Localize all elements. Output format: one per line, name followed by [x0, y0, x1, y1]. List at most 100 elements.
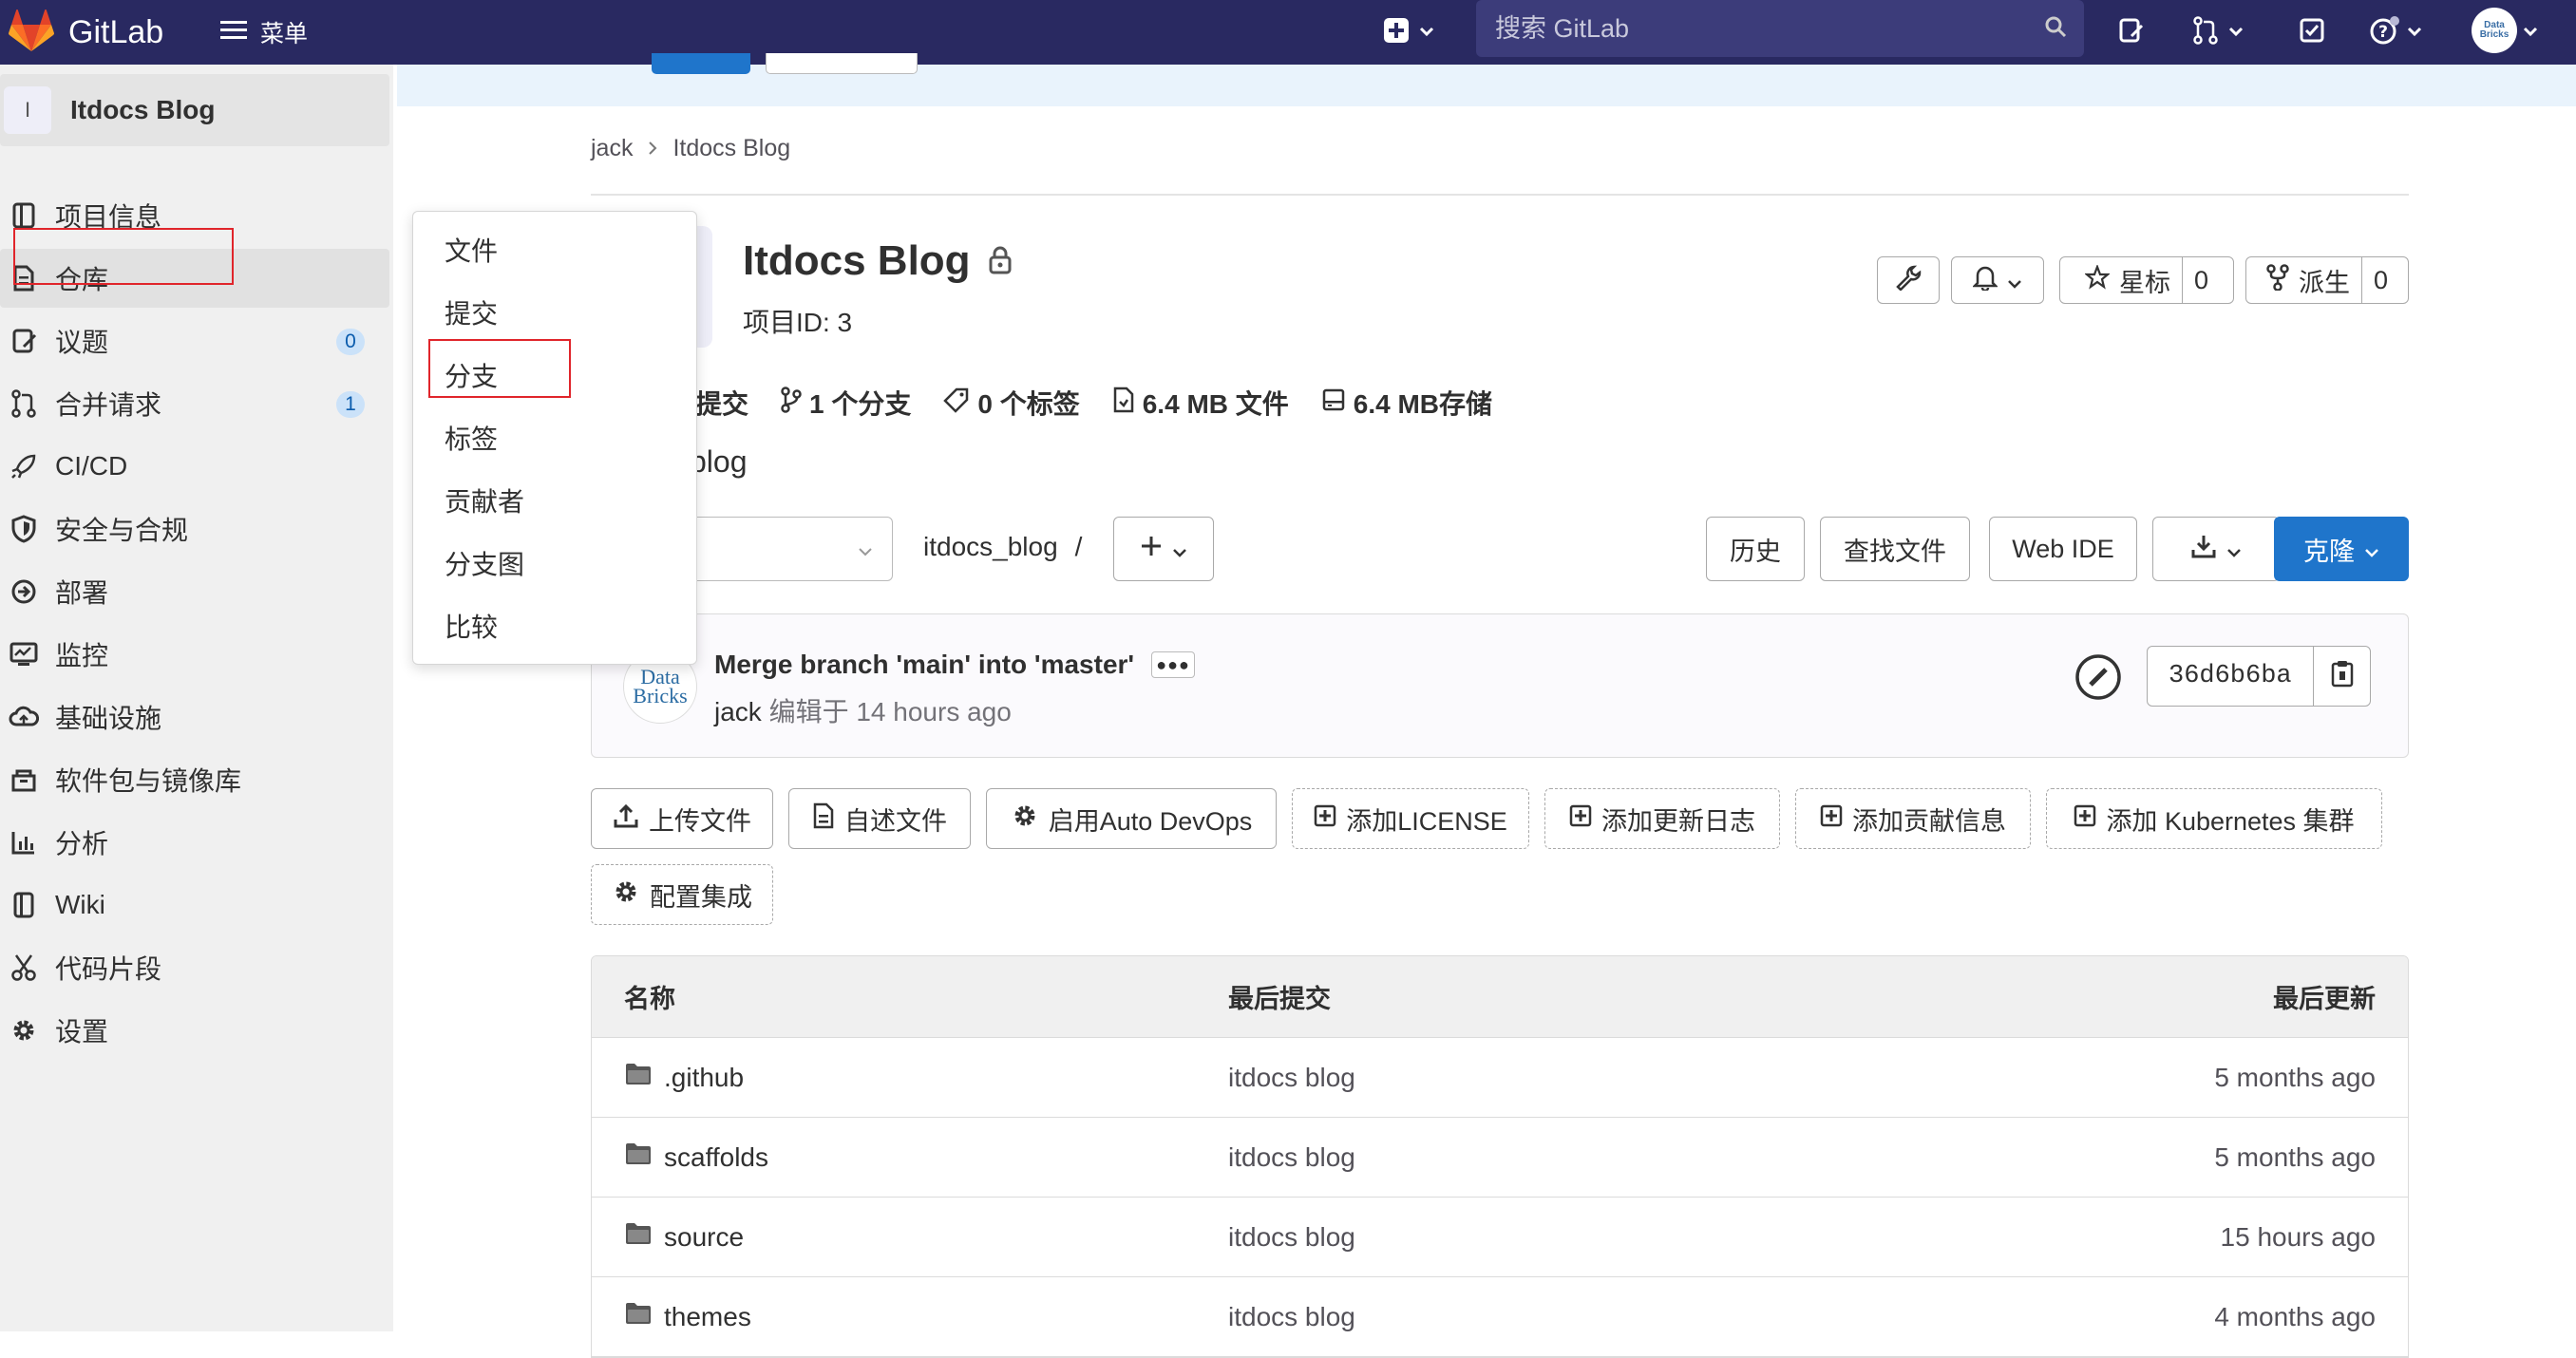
shield-icon [8, 515, 40, 543]
search-box[interactable] [1476, 0, 2084, 57]
sidebar-item-label: Wiki [55, 890, 105, 919]
file-name-cell[interactable]: themes [624, 1277, 751, 1356]
add-kubernetes-cluster-button[interactable]: 添加 Kubernetes 集群 [2046, 788, 2382, 849]
file-name-cell[interactable]: source [624, 1198, 744, 1276]
flyout-item-tags[interactable]: 标签 [445, 419, 498, 457]
commits-stat[interactable]: 提交 [695, 384, 748, 422]
sidebar-item-deployments[interactable]: 部署 [0, 562, 389, 621]
add-to-tree-button[interactable] [1113, 517, 1214, 581]
sidebar-item-monitor[interactable]: 监控 [0, 625, 389, 684]
file-name[interactable]: .github [664, 1063, 744, 1093]
last-commit-cell[interactable]: itdocs blog [1228, 1118, 1355, 1197]
table-row[interactable]: .github itdocs blog 5 months ago [592, 1038, 2408, 1118]
sidebar-item-issues[interactable]: 议题 0 [0, 311, 389, 370]
fork-count[interactable]: 0 [2360, 257, 2399, 303]
sidebar-item-settings[interactable]: 设置 [0, 1001, 389, 1060]
sidebar-item-packages[interactable]: 软件包与镜像库 [0, 750, 389, 809]
star-button[interactable]: 星标 0 [2059, 256, 2234, 304]
issues-nav-button[interactable] [2111, 11, 2152, 53]
star-count[interactable]: 0 [2181, 257, 2220, 303]
sidebar-project-header[interactable]: I Itdocs Blog [0, 74, 389, 146]
gear-icon [1011, 802, 1039, 837]
sidebar-item-wiki[interactable]: Wiki [0, 876, 389, 934]
copy-sha-button[interactable] [2312, 647, 2371, 706]
last-commit-cell[interactable]: itdocs blog [1228, 1277, 1355, 1356]
readme-button[interactable]: 自述文件 [788, 788, 971, 849]
storage-stat[interactable]: 6.4 MB存储 [1321, 384, 1492, 422]
add-license-button[interactable]: 添加LICENSE [1292, 788, 1529, 849]
commit-title-link[interactable]: Merge branch 'main' into 'master' [714, 650, 1134, 680]
repo-path: itdocs_blog / [923, 532, 1082, 562]
flyout-item-graph[interactable]: 分支图 [445, 544, 524, 582]
history-button[interactable]: 历史 [1706, 517, 1805, 581]
alert-secondary-button[interactable] [766, 53, 918, 74]
enable-auto-devops-button[interactable]: 启用Auto DevOps [986, 788, 1277, 849]
add-changelog-button[interactable]: 添加更新日志 [1544, 788, 1780, 849]
pipeline-status-icon[interactable] [2074, 653, 2122, 701]
star-label-segment[interactable]: 星标 [2074, 257, 2182, 303]
breadcrumb-item-jack[interactable]: jack [591, 135, 633, 162]
sidebar-item-snippets[interactable]: 代码片段 [0, 938, 389, 997]
user-avatar[interactable]: Data Bricks [2472, 8, 2517, 53]
sidebar-item-label: 设置 [55, 1017, 109, 1047]
menu-button[interactable]: 菜单 [220, 0, 308, 65]
flyout-item-compare[interactable]: 比较 [445, 607, 498, 645]
upload-file-button[interactable]: 上传文件 [591, 788, 773, 849]
sidebar-item-cicd[interactable]: CI/CD [0, 437, 389, 496]
commit-sha-group: 36d6b6ba [2147, 646, 2371, 707]
alert-primary-button[interactable] [652, 53, 750, 74]
download-button[interactable] [2152, 517, 2280, 581]
configure-integrations-button[interactable]: 配置集成 [591, 864, 773, 925]
commit-author[interactable]: jack [714, 697, 762, 726]
table-row[interactable]: themes itdocs blog 4 months ago [592, 1277, 2408, 1357]
clone-button[interactable]: 克隆 [2274, 517, 2409, 581]
sidebar-item-infrastructure[interactable]: 基础设施 [0, 688, 389, 746]
file-name-cell[interactable]: scaffolds [624, 1118, 768, 1197]
admin-settings-button[interactable] [1877, 256, 1940, 304]
help-nav-button[interactable]: ? [2359, 11, 2432, 53]
sidebar-project-name: Itdocs Blog [70, 95, 216, 124]
tags-stat[interactable]: 0 个标签 [943, 384, 1080, 422]
table-row[interactable]: source itdocs blog 15 hours ago [592, 1198, 2408, 1277]
last-commit-panel [591, 613, 2409, 758]
commit-description-toggle[interactable]: ●●● [1151, 651, 1196, 678]
file-name[interactable]: scaffolds [664, 1142, 768, 1173]
notification-button[interactable] [1951, 256, 2044, 304]
search-input[interactable] [1493, 12, 2044, 45]
last-update-cell: 4 months ago [2214, 1301, 2376, 1331]
todos-nav-button[interactable] [2291, 11, 2333, 53]
table-row[interactable]: scaffolds itdocs blog 5 months ago [592, 1118, 2408, 1198]
file-name[interactable]: themes [664, 1302, 751, 1332]
user-menu-chevron[interactable] [2519, 11, 2542, 53]
chevron-down-icon [2364, 535, 2379, 564]
last-commit-cell[interactable]: itdocs blog [1228, 1198, 1355, 1276]
monitor-icon [8, 641, 40, 668]
merge-requests-count-badge: 1 [336, 391, 365, 418]
new-dropdown-button[interactable] [1375, 11, 1442, 53]
repository-highlight-box [13, 228, 234, 285]
sidebar-item-merge-requests[interactable]: 合并请求 1 [0, 374, 389, 433]
fork-button[interactable]: 派生 0 [2245, 256, 2409, 304]
document-icon [812, 802, 835, 836]
gitlab-home-link[interactable]: GitLab [8, 0, 163, 65]
merge-requests-nav-button[interactable] [2185, 11, 2251, 53]
file-name-cell[interactable]: .github [624, 1038, 744, 1117]
flyout-item-contributors[interactable]: 贡献者 [445, 481, 524, 519]
sidebar-item-analytics[interactable]: 分析 [0, 813, 389, 872]
checkbox-icon [2299, 17, 2325, 48]
last-commit-cell[interactable]: itdocs blog [1228, 1038, 1355, 1117]
commit-sha[interactable]: 36d6b6ba [2148, 647, 2313, 706]
breadcrumb-item-project[interactable]: Itdocs Blog [672, 135, 790, 162]
add-contributing-button[interactable]: 添加贡献信息 [1795, 788, 2031, 849]
sidebar-item-security[interactable]: 安全与合规 [0, 500, 389, 558]
flyout-item-commits[interactable]: 提交 [445, 293, 498, 331]
find-file-button[interactable]: 查找文件 [1820, 517, 1970, 581]
flyout-item-files[interactable]: 文件 [445, 231, 498, 269]
branch-selector[interactable] [665, 517, 893, 581]
branches-stat[interactable]: 1 个分支 [781, 384, 911, 422]
files-stat[interactable]: 6.4 MB 文件 [1112, 384, 1289, 422]
file-name[interactable]: source [664, 1222, 744, 1253]
path-root[interactable]: itdocs_blog [923, 532, 1058, 562]
web-ide-button[interactable]: Web IDE [1989, 517, 2137, 581]
fork-label-segment[interactable]: 派生 [2255, 257, 2361, 303]
